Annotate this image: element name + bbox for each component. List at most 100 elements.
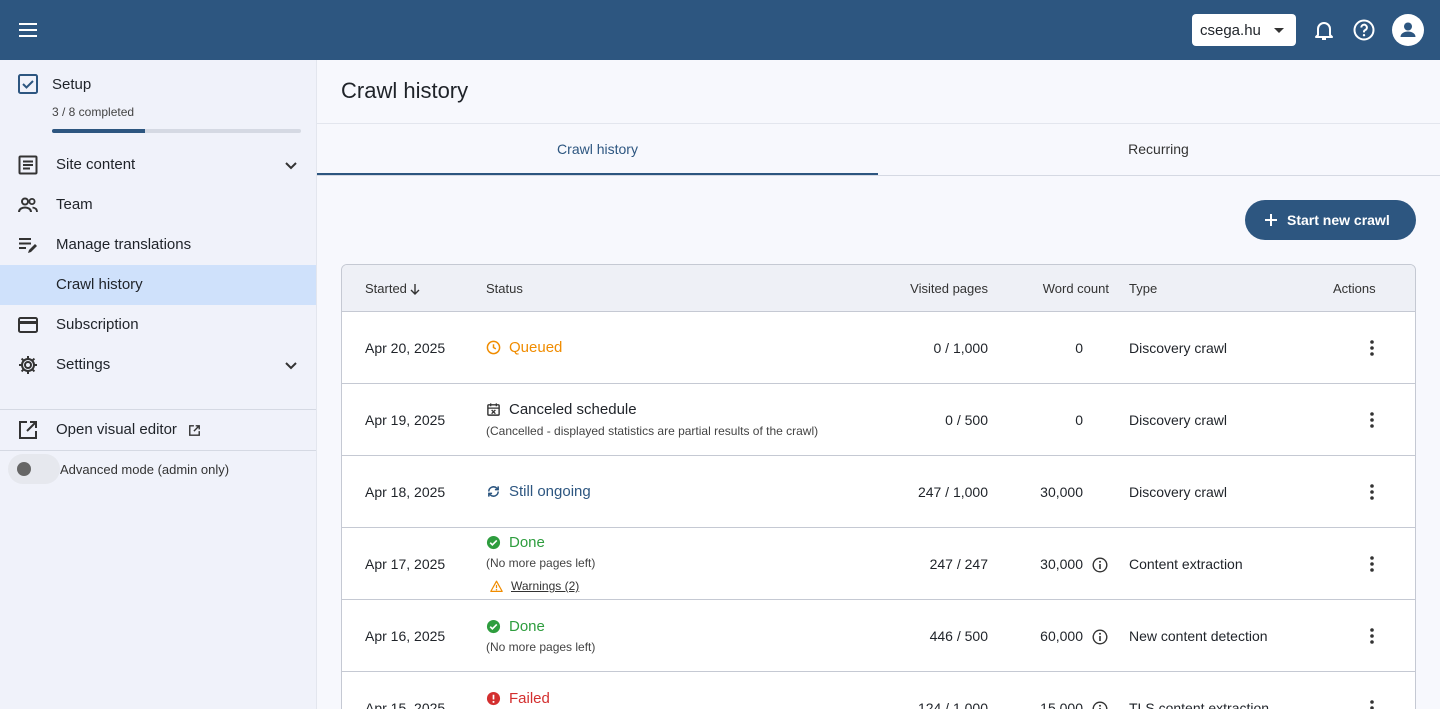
row-status-label: Failed xyxy=(509,690,550,707)
hamburger-menu-icon[interactable] xyxy=(16,18,40,42)
more-vert-icon[interactable] xyxy=(1362,698,1382,709)
bell-icon[interactable] xyxy=(1312,18,1336,42)
more-vert-icon[interactable] xyxy=(1362,554,1382,574)
row-date: Apr 15, 2025 xyxy=(365,700,446,709)
crawl-history-table: Started Status Visited pages Word count … xyxy=(341,264,1416,709)
credit-card-icon xyxy=(18,317,38,333)
more-vert-icon[interactable] xyxy=(1362,338,1382,358)
table-row[interactable]: Apr 15, 2025 Failed 124 / 1,000 15,000 T… xyxy=(342,672,1415,709)
chevron-down-icon xyxy=(1274,28,1284,33)
article-icon xyxy=(18,155,38,175)
top-bar: csega.hu xyxy=(0,0,1440,60)
table-row[interactable]: Apr 20, 2025 Queued 0 / 1,000 0 Discover… xyxy=(342,312,1415,384)
row-visited-pages: 446 / 500 xyxy=(929,628,988,644)
arrow-down-icon xyxy=(410,283,420,295)
sync-icon xyxy=(488,486,499,497)
row-visited-pages: 0 / 1,000 xyxy=(933,340,989,356)
help-icon[interactable] xyxy=(1352,18,1376,42)
row-status: Failed xyxy=(486,690,550,707)
sidebar-item-settings[interactable]: Settings xyxy=(0,345,316,385)
more-vert-icon[interactable] xyxy=(1362,410,1382,430)
col-type: Type xyxy=(1129,281,1158,296)
row-date: Apr 17, 2025 xyxy=(365,556,446,572)
sidebar-item-site-content[interactable]: Site content xyxy=(0,145,316,185)
row-status: Done xyxy=(486,618,545,635)
row-type: Discovery crawl xyxy=(1129,412,1228,428)
row-date: Apr 16, 2025 xyxy=(365,628,446,644)
warning-icon xyxy=(490,580,503,592)
more-vert-icon[interactable] xyxy=(1362,626,1382,646)
col-visited-pages: Visited pages xyxy=(910,281,988,296)
row-word-count: 30,000 xyxy=(1040,484,1083,500)
row-status-label: Queued xyxy=(509,339,563,356)
more-vert-icon[interactable] xyxy=(1362,482,1382,502)
setup-progress-fill xyxy=(52,129,146,133)
setup-item[interactable]: Setup 3 / 8 completed xyxy=(0,60,316,140)
table-row[interactable]: Apr 18, 2025 Still ongoing 247 / 1,000 3… xyxy=(342,456,1415,528)
sidebar-item-team[interactable]: Team xyxy=(0,185,316,225)
row-status: Queued xyxy=(486,339,562,356)
row-date: Apr 19, 2025 xyxy=(365,412,446,428)
site-selector[interactable]: csega.hu xyxy=(1192,14,1296,46)
row-type: TLS content extraction xyxy=(1129,700,1270,709)
site-selector-value: csega.hu xyxy=(1200,21,1261,39)
setup-label: Setup xyxy=(52,76,92,93)
sidebar-item-crawl-history[interactable]: Crawl history xyxy=(0,265,316,305)
checkbox-checked-icon xyxy=(18,74,38,94)
start-new-crawl-button[interactable]: Start new crawl xyxy=(1245,200,1416,240)
row-type: Content extraction xyxy=(1129,556,1243,572)
plus-icon xyxy=(1265,214,1277,226)
row-date: Apr 18, 2025 xyxy=(365,484,446,500)
col-word-count: Word count xyxy=(1042,281,1109,296)
info-icon[interactable] xyxy=(1092,557,1108,573)
row-visited-pages: 247 / 247 xyxy=(929,556,988,572)
start-new-crawl-label: Start new crawl xyxy=(1287,212,1390,228)
sidebar-item-label: Settings xyxy=(56,356,111,373)
row-status-note: (Cancelled - displayed statistics are pa… xyxy=(486,424,819,438)
toggle-knob xyxy=(17,462,31,476)
chevron-down-icon xyxy=(285,362,297,370)
row-status-note: (No more pages left) xyxy=(486,556,596,570)
row-type: New content detection xyxy=(1129,628,1268,644)
people-icon xyxy=(18,197,38,213)
row-word-count: 60,000 xyxy=(1040,628,1083,644)
table-row[interactable]: Apr 16, 2025 Done (No more pages left) 4… xyxy=(342,600,1415,672)
sidebar-item-subscription[interactable]: Subscription xyxy=(0,305,316,345)
table-row[interactable]: Apr 17, 2025 Done (No more pages left) W… xyxy=(342,528,1415,600)
col-started[interactable]: Started xyxy=(365,281,421,296)
table-header: Started Status Visited pages Word count … xyxy=(342,265,1415,312)
chevron-down-icon xyxy=(285,162,297,170)
row-word-count: 0 xyxy=(1075,412,1083,428)
row-type: Discovery crawl xyxy=(1129,484,1228,500)
sidebar-item-label: Site content xyxy=(56,156,136,173)
sidebar-item-manage-translations[interactable]: Manage translations xyxy=(0,225,316,265)
edit-note-icon xyxy=(19,238,37,253)
tab-crawl-history[interactable]: Crawl history xyxy=(317,124,878,175)
check-circle-icon xyxy=(486,535,501,550)
open-in-new-icon xyxy=(19,421,37,439)
sidebar: Setup 3 / 8 completed Site content Team … xyxy=(0,60,317,709)
setup-progress-bar xyxy=(52,129,301,133)
advanced-mode-toggle[interactable] xyxy=(8,454,60,484)
row-date: Apr 20, 2025 xyxy=(365,340,446,356)
sidebar-item-label: Manage translations xyxy=(56,236,192,253)
info-icon[interactable] xyxy=(1092,701,1108,709)
tab-recurring[interactable]: Recurring xyxy=(878,124,1439,175)
gear-icon xyxy=(19,356,37,374)
row-status-label: Done xyxy=(509,534,545,551)
error-icon xyxy=(486,691,501,706)
info-icon[interactable] xyxy=(1092,629,1108,645)
row-warnings-label: Warnings (2) xyxy=(511,579,580,593)
row-warnings-link[interactable]: Warnings (2) xyxy=(490,579,579,593)
table-row[interactable]: Apr 19, 2025 Canceled schedule (Cancelle… xyxy=(342,384,1415,456)
open-visual-editor-link[interactable]: Open visual editor xyxy=(0,410,316,450)
row-visited-pages: 0 / 500 xyxy=(945,412,988,428)
tabs-divider xyxy=(317,175,1440,176)
row-status: Done xyxy=(486,534,545,551)
sidebar-item-label: Team xyxy=(56,196,93,213)
col-started-label: Started xyxy=(365,281,407,296)
row-visited-pages: 247 / 1,000 xyxy=(917,484,988,500)
row-status-label: Done xyxy=(509,618,545,635)
row-status-label: Canceled schedule xyxy=(509,401,637,418)
account-avatar[interactable] xyxy=(1392,14,1424,46)
